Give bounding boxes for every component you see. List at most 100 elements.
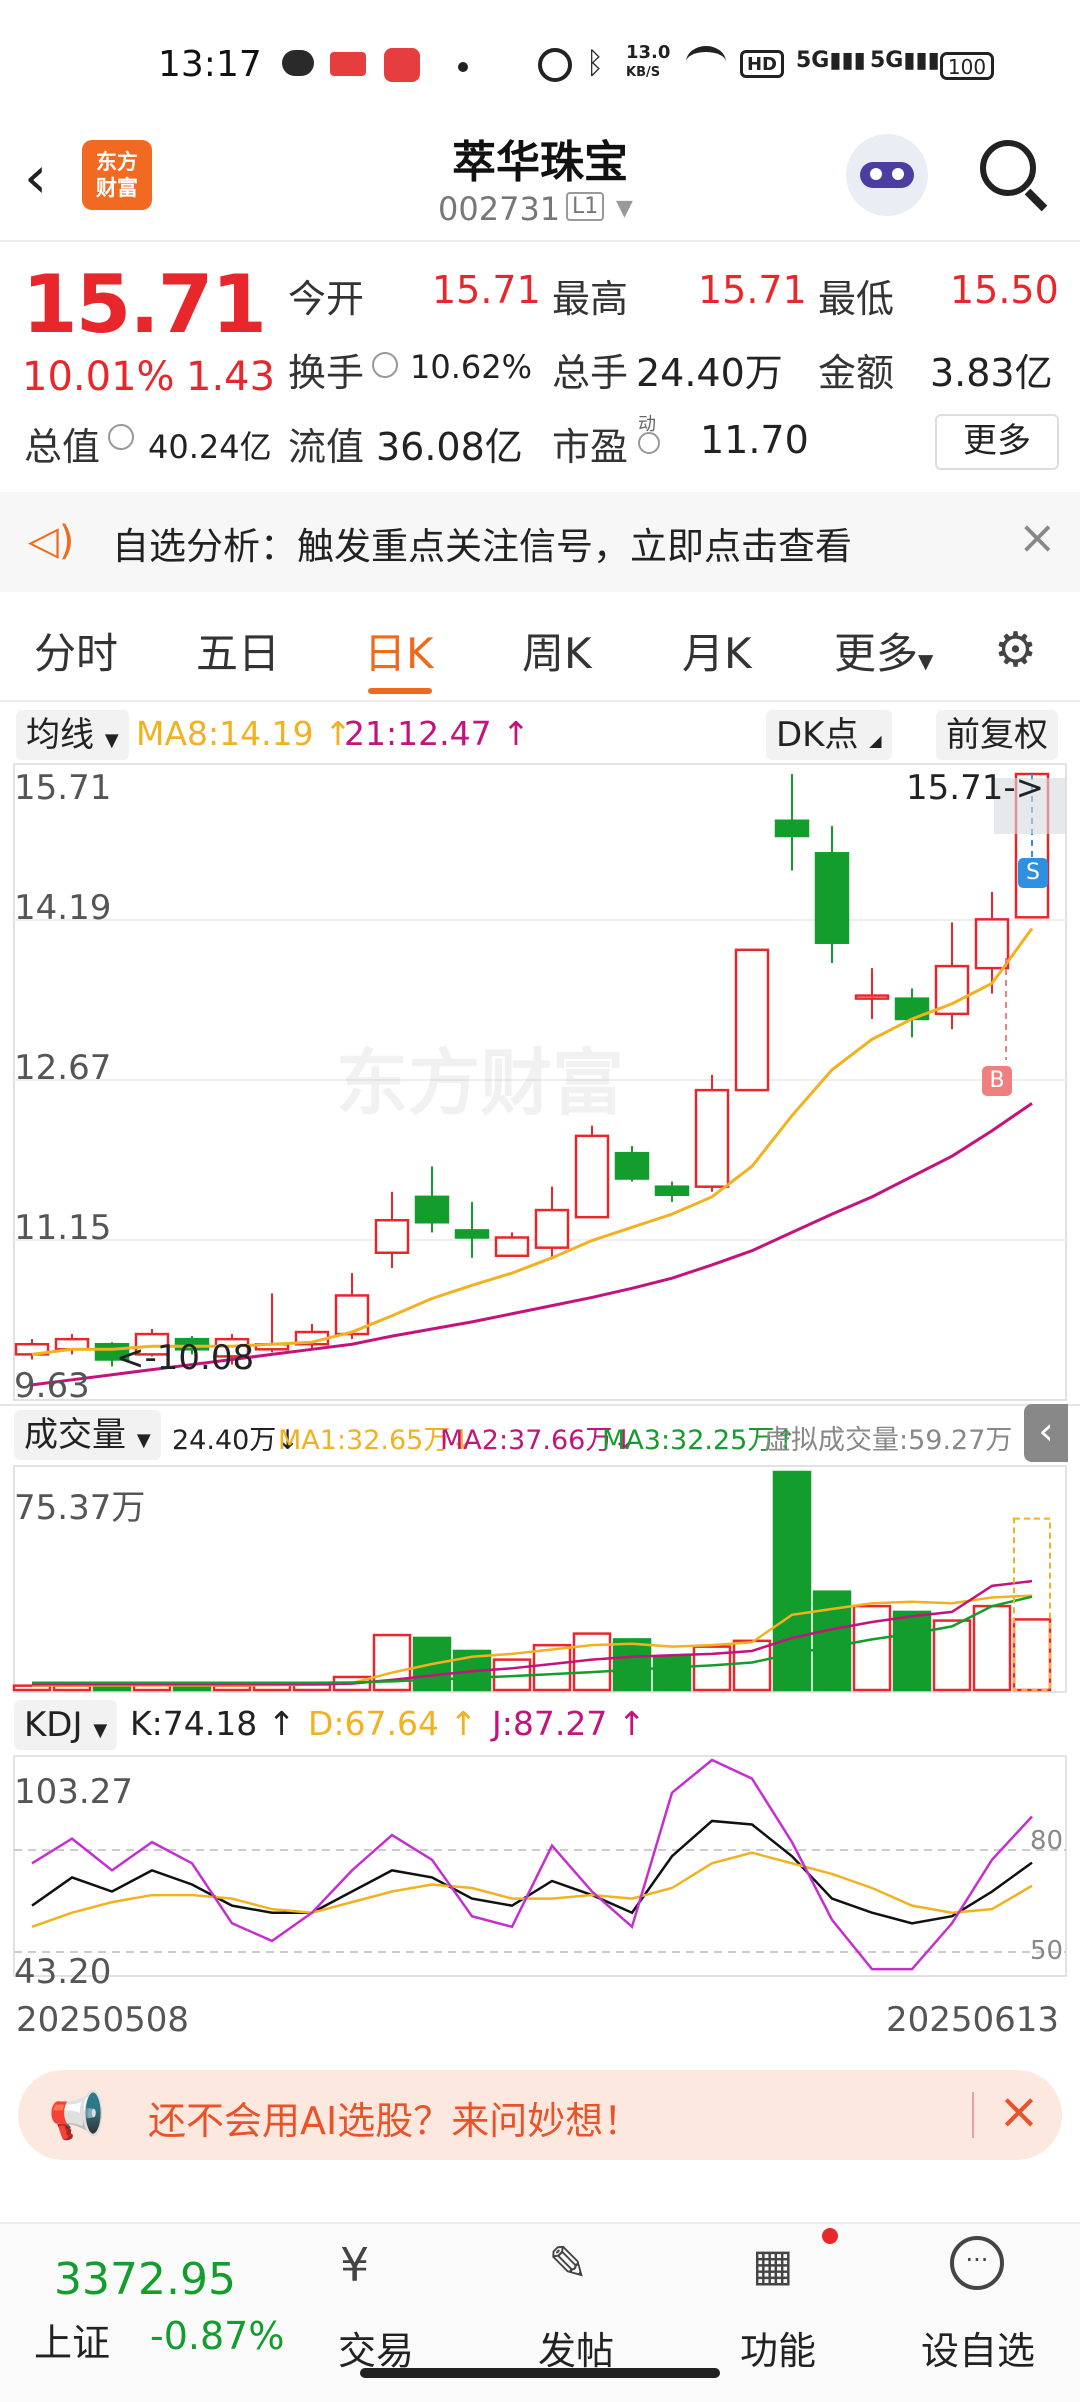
dot-icon <box>458 62 468 72</box>
low-value: 15.50 <box>950 268 1059 312</box>
divider <box>0 700 1080 702</box>
divider <box>0 240 1080 242</box>
open-value: 15.71 <box>432 268 541 312</box>
y-tick-label: 9.63 <box>14 1366 90 1406</box>
notice-text: 自选分析：触发重点关注信号，立即点击查看 <box>112 525 852 568</box>
kdj-level-80: 80 <box>1030 1826 1064 1856</box>
tab-daily-k[interactable]: 日K <box>364 620 434 681</box>
volume-bar <box>652 1655 692 1692</box>
index-name[interactable]: 上证 <box>34 2312 110 2367</box>
volume-max-label: 75.37万 <box>14 1488 146 1528</box>
close-icon[interactable]: × <box>998 2082 1040 2140</box>
info-dots-icon[interactable] <box>108 424 134 450</box>
chevron-down-icon[interactable]: ▼ <box>616 196 633 221</box>
level-badge[interactable]: L1 <box>566 192 605 221</box>
grid-apps-icon[interactable]: ▦ <box>752 2240 794 2291</box>
mcap-label: 总值 <box>24 425 101 469</box>
dk-point-select[interactable]: DK点 ◢ <box>766 710 892 760</box>
volume-bar <box>932 1619 972 1692</box>
candle-body <box>374 1218 410 1254</box>
volume-bar <box>972 1604 1012 1692</box>
change-amount: 1.43 <box>186 354 276 400</box>
stock-chart[interactable] <box>0 760 1080 2000</box>
kdj-level-50: 50 <box>1030 1936 1064 1966</box>
y-tick-label: 15.71 <box>14 768 112 808</box>
volume-select[interactable]: 成交量 ▼ <box>14 1410 161 1460</box>
index-change[interactable]: -0.87% <box>150 2314 284 2358</box>
notice-bar[interactable]: ◁) 自选分析：触发重点关注信号，立即点击查看 × <box>0 492 1080 592</box>
open-label: 今开 <box>288 277 365 321</box>
last-price-label: 15.71-> <box>906 768 1045 808</box>
kdj-max-label: 103.27 <box>14 1772 133 1812</box>
kdj-j-line <box>31 1758 1033 1971</box>
current-price: 15.71 <box>22 258 267 351</box>
kdj-select[interactable]: KDJ ▼ <box>14 1700 118 1750</box>
clock: 13:17 <box>158 44 262 85</box>
candle-body <box>414 1195 450 1224</box>
ai-promo-banner[interactable]: 📢 还不会用AI选股？来问妙想！ × <box>18 2070 1062 2160</box>
volume-value: 24.40万 <box>636 351 783 395</box>
nav-function[interactable]: 功能 <box>708 2320 848 2375</box>
info-dots-icon[interactable] <box>372 352 398 378</box>
megaphone-icon: 📢 <box>48 2088 106 2142</box>
fuquan-select[interactable]: 前复权 <box>936 710 1058 760</box>
ai-robot-icon[interactable] <box>846 134 928 216</box>
ma-select[interactable]: 均线 ▼ <box>16 710 129 760</box>
signal-5g-icon: 5G▮▮▮ <box>796 48 866 73</box>
kdj-j: J:87.27 ↑ <box>492 1704 646 1743</box>
info-dots-icon[interactable] <box>638 432 660 454</box>
toutiao-icon <box>330 52 366 76</box>
candle-body <box>814 852 850 944</box>
edit-post-icon[interactable]: ✎ <box>548 2236 588 2292</box>
tab-intraday[interactable]: 分时 <box>34 620 118 681</box>
tab-more[interactable]: 更多▼ <box>834 620 933 681</box>
more-quote-button[interactable]: 更多 <box>935 414 1059 470</box>
index-value[interactable]: 3372.95 <box>54 2254 236 2305</box>
collapse-panel-icon[interactable]: ‹ <box>1024 1404 1068 1462</box>
gear-icon[interactable]: ⚙ <box>994 622 1037 678</box>
nav-add-watchlist[interactable]: 设自选 <box>908 2320 1048 2375</box>
turnover-value: 10.62% <box>410 348 533 386</box>
pe-value: 11.70 <box>700 418 809 462</box>
kdj-k: K:74.18 ↑ <box>130 1704 296 1743</box>
candle-body <box>974 918 1010 970</box>
float-value: 36.08亿 <box>376 425 523 469</box>
kdj-frame <box>13 1755 1067 1977</box>
float-label: 流值 <box>288 425 365 469</box>
close-icon[interactable]: × <box>1018 510 1057 564</box>
nav-trade[interactable]: 交易 <box>306 2320 446 2375</box>
start-date: 20250508 <box>16 2000 190 2040</box>
high-label: 最高 <box>552 277 629 321</box>
candle-body <box>54 1337 90 1351</box>
ma8-line <box>31 927 1034 1356</box>
volume-bar <box>1012 1618 1052 1692</box>
sell-signal-badge[interactable]: S <box>1018 858 1048 888</box>
search-icon[interactable] <box>980 140 1036 196</box>
low-label: 最低 <box>818 277 895 321</box>
home-indicator[interactable] <box>360 2368 720 2378</box>
volume-bar <box>892 1610 932 1692</box>
trade-icon[interactable]: ¥ <box>340 2238 369 2292</box>
status-bar: 13:17 ᛒ 13.0 KB/S HD 5G▮▮▮ 5G▮▮▮ 100 <box>0 0 1080 130</box>
high-value: 15.71 <box>698 268 807 312</box>
more-dots-icon[interactable]: ··· <box>950 2236 1004 2290</box>
candle-body <box>454 1229 490 1239</box>
stock-code: 002731 <box>438 190 561 228</box>
kdj-k-line <box>31 1819 1033 1925</box>
tab-five-day[interactable]: 五日 <box>196 620 280 681</box>
back-arrow-icon[interactable]: ‹ <box>24 148 47 206</box>
turnover-label: 换手 <box>288 351 365 395</box>
amount-value: 3.83亿 <box>930 351 1053 395</box>
nav-post[interactable]: 发帖 <box>506 2320 646 2375</box>
volume-bar <box>732 1639 772 1692</box>
stock-name: 萃华珠宝 <box>452 137 628 188</box>
eastmoney-logo[interactable]: 东方 财富 <box>82 140 152 210</box>
tab-weekly-k[interactable]: 周K <box>522 620 592 681</box>
amount-label: 金额 <box>818 351 895 395</box>
buy-signal-badge[interactable]: B <box>982 1066 1012 1096</box>
y-tick-label: 14.19 <box>14 888 112 928</box>
kdj-min-label: 43.20 <box>14 1952 112 1992</box>
tab-monthly-k[interactable]: 月K <box>682 620 752 681</box>
notification-dot <box>822 2228 838 2244</box>
volume-label: 总手 <box>552 351 629 395</box>
